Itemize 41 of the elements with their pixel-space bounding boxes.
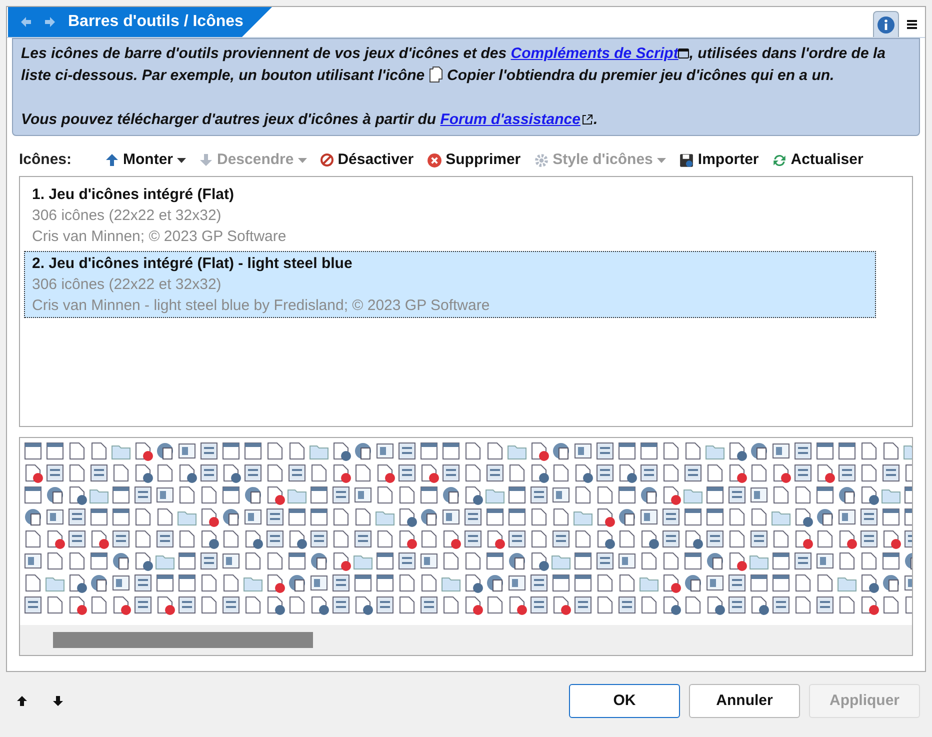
- back-arrow-icon[interactable]: [20, 16, 32, 28]
- delete-icon: [426, 152, 442, 168]
- down-arrow-icon: [199, 153, 213, 167]
- scrollbar-thumb[interactable]: [53, 632, 313, 648]
- toolbar-button[interactable]: Supprimer: [426, 148, 521, 172]
- up-arrow-icon: [105, 153, 119, 167]
- up-arrow-icon: [17, 696, 27, 706]
- down-arrow-icon: [53, 696, 63, 706]
- refresh-icon: [772, 152, 787, 168]
- info-text: Les icônes de barre d'outils proviennent de vos jeux d'icônes et des Compléments de Script , utilisées dans l'ordre de la liste ci-dessous. Par exemple, un bouton utilisant l'icône Copier l'obtiendra du premier jeu d'icônes qui en a un.: [21, 44, 886, 86]
- caret-icon: [656, 158, 666, 162]
- caret-icon: [298, 158, 307, 162]
- toolbar-button[interactable]: Désactiver: [320, 148, 414, 172]
- menu-icon: [907, 19, 917, 29]
- icon-set-count: 306 icônes (22x22 et 32x32): [32, 275, 222, 295]
- gear-icon: [534, 152, 549, 168]
- icon-set-title: 1. Jeu d'icônes intégré (Flat): [32, 185, 235, 205]
- icon-set-count: 306 icônes (22x22 et 32x32): [32, 206, 222, 226]
- document-icon: [428, 66, 443, 83]
- toolbar-button[interactable]: Monter: [105, 148, 186, 172]
- dialog-button[interactable]: Annuler: [689, 684, 800, 718]
- toolbar-button[interactable]: Actualiser: [772, 148, 864, 172]
- dialog-button[interactable]: OK: [569, 684, 680, 718]
- icon-set-item[interactable]: 1. Jeu d'icônes intégré (Flat) 306 icônes (22x22 et 32x32) Cris van Minnen; © 2023 GP Software: [24, 182, 876, 249]
- icon-set-title: 2. Jeu d'icônes intégré (Flat) - light steel blue: [32, 254, 354, 274]
- icon-set-item[interactable]: 2. Jeu d'icônes intégré (Flat) - light steel blue 306 icônes (22x22 et 32x32) Cris van Minnen - light steel blue by Fredisland; © 2023 GP Software: [24, 251, 876, 318]
- info-text: Vous pouvez télécharger d'autres jeux d'icônes à partir du Forum d'assistance .: [21, 110, 599, 130]
- icon-set-author: Cris van Minnen; © 2023 GP Software: [32, 227, 288, 247]
- toolbar-label: Icônes:: [19, 150, 73, 170]
- caret-icon: [177, 158, 186, 162]
- toolbar-button[interactable]: Importer: [678, 148, 759, 172]
- external-link-icon: [582, 114, 594, 125]
- prohibited-icon: [320, 153, 334, 167]
- forward-arrow-icon[interactable]: [44, 16, 56, 28]
- window-title: Barres d'outils / Icônes: [68, 12, 244, 32]
- link[interactable]: Forum d'assistance: [440, 111, 580, 128]
- link[interactable]: Compléments de Script: [510, 45, 678, 62]
- info-button[interactable]: [873, 11, 899, 37]
- icon-set-author: Cris van Minnen - light steel blue by Fredisland; © 2023 GP Software: [32, 296, 491, 316]
- window-icon: [678, 48, 690, 59]
- info-icon: [877, 16, 895, 34]
